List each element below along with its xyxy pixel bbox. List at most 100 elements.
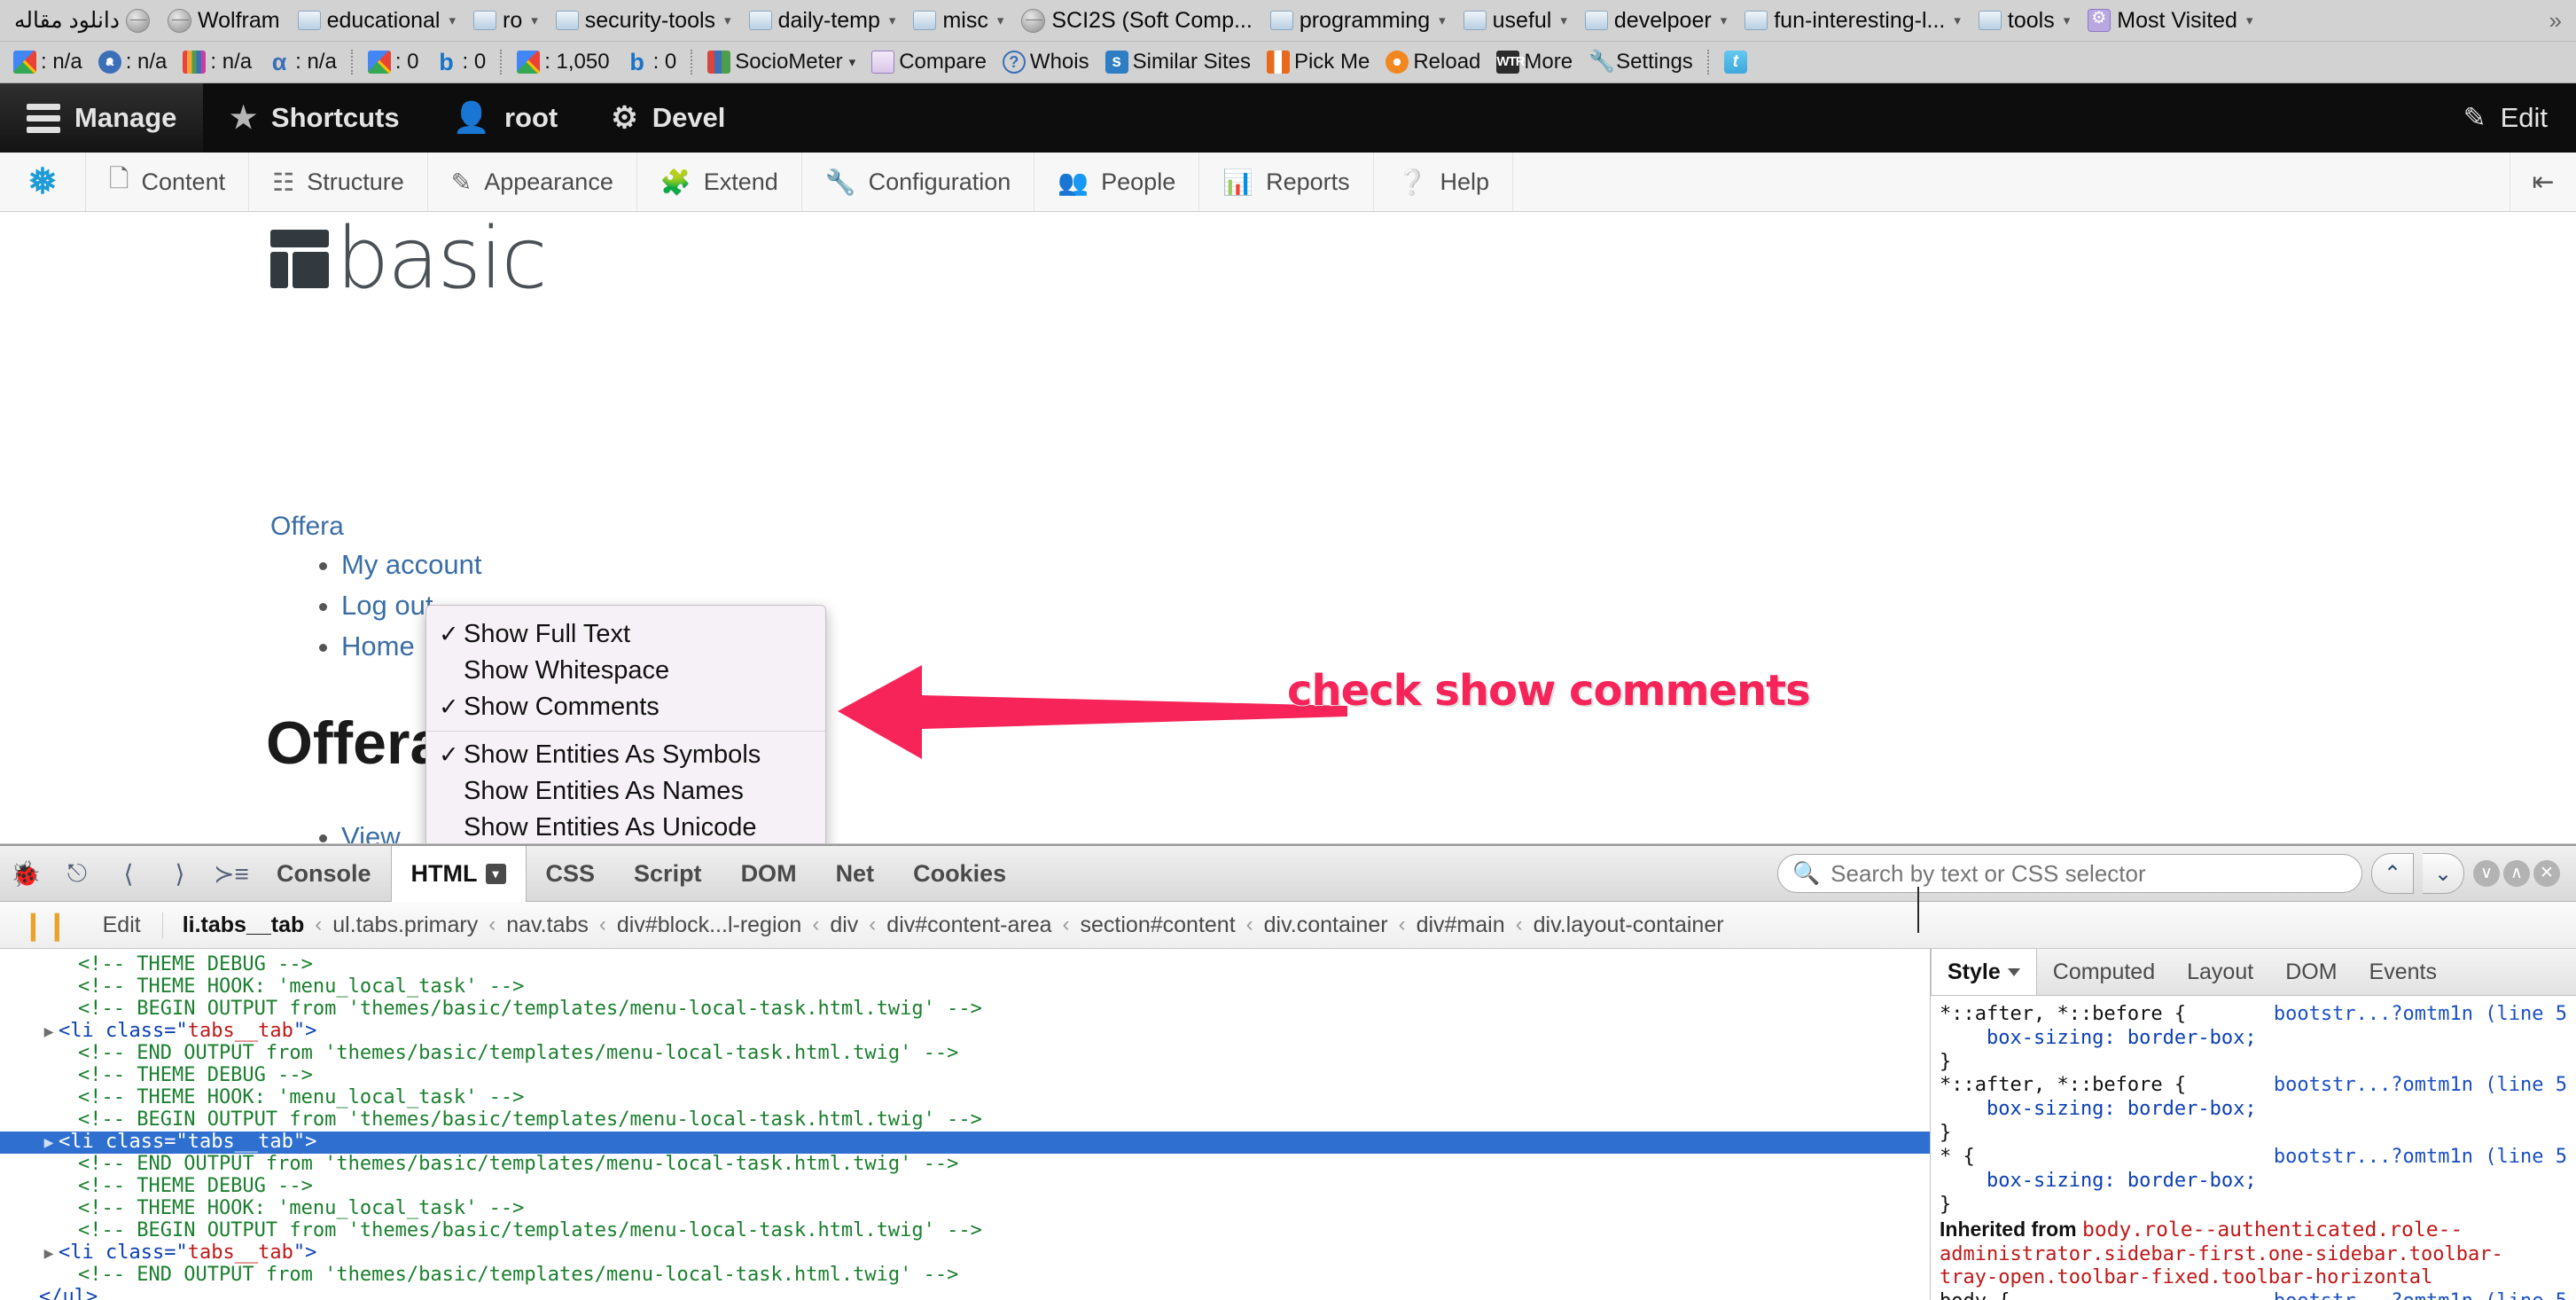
breadcrumb-item-7[interactable]: div.container [1253,912,1399,938]
link-view[interactable]: View [341,821,401,843]
style-tab-dom[interactable]: DOM [2269,949,2353,995]
toolbar-item-edit[interactable]: ✎ Edit [2435,83,2576,153]
seo-item-3-1[interactable]: Compare [863,50,995,74]
seo-item-1-0[interactable]: : 0 [360,50,427,74]
tab-dom[interactable]: DOM [722,846,816,901]
bookmark-item-12[interactable]: tools ▾ [1970,5,2079,36]
nav-item-people[interactable]: 👥 People [1034,153,1200,211]
code-line[interactable]: <!-- BEGIN OUTPUT from 'themes/basic/tem… [0,1219,1930,1242]
css-declaration[interactable]: box-sizing: border-box; [1931,1170,2576,1194]
code-line[interactable]: <!-- END OUTPUT from 'themes/basic/templ… [0,1153,1930,1176]
tab-script[interactable]: Script [614,846,722,901]
css-rules-list[interactable]: *::after, *::before {bootstr...?omtm1n (… [1931,996,2576,1300]
nav-item-structure[interactable]: ☷ Structure [249,153,428,211]
collapse-tray-icon[interactable]: ⇤ [2510,153,2576,211]
css-source-link[interactable]: bootstr...?omtm1n (line 5 [2274,1003,2576,1027]
css-declaration[interactable]: box-sizing: border-box; [1931,1027,2576,1051]
chevron-down-icon[interactable] [2007,967,2020,976]
seo-item-0-0[interactable]: : n/a [5,50,90,74]
link-log-out[interactable]: Log out [341,590,433,621]
toolbar-item-manage[interactable]: Manage [0,83,204,153]
seo-item-3-3[interactable]: s Similar Sites [1097,50,1259,74]
search-prev-button[interactable]: ⌃ [2371,853,2414,894]
menu-item-show-whitespace[interactable]: Show Whitespace [426,653,825,689]
twisty-icon[interactable]: ▶ [39,1022,59,1042]
menu-item-show-entities-as-symbols[interactable]: ✓ Show Entities As Symbols [426,737,825,773]
breadcrumb-edit-button[interactable]: Edit [82,912,163,938]
breadcrumb-item-3[interactable]: div#block...l-region [606,912,812,938]
code-line[interactable]: <!-- THEME HOOK: 'menu_local_task' --> [0,975,1930,998]
code-line[interactable]: <!-- THEME DEBUG --> [0,1064,1930,1087]
seo-item-3-6[interactable]: WTR More [1488,50,1581,74]
code-line[interactable]: <!-- THEME HOOK: 'menu_local_task' --> [0,1086,1930,1109]
forward-arrow-icon[interactable]: ⟩ [154,846,206,901]
style-tab-layout[interactable]: Layout [2171,949,2269,995]
code-line[interactable]: <!-- END OUTPUT from 'themes/basic/templ… [0,1042,1930,1065]
html-source-view[interactable]: <!-- THEME DEBUG --> <!-- THEME HOOK: 'me… [0,949,1931,1300]
css-rule-close[interactable]: } [1931,1051,2576,1075]
bookmark-item-10[interactable]: develpoer ▾ [1576,5,1736,36]
tab-console[interactable]: Console [257,846,391,901]
seo-item-3-2[interactable]: ? Whois [995,50,1097,74]
console-prompt-icon[interactable]: ≻≡ [206,846,257,901]
bookmark-item-4[interactable]: security-tools ▾ [547,5,740,36]
nav-item-extend[interactable]: 🧩 Extend [637,153,802,211]
seo-item-3-4[interactable]: Pick Me [1259,50,1378,74]
toolbar-item-shortcuts[interactable]: ★ Shortcuts [203,83,425,153]
menu-item-show-entities-as-names[interactable]: Show Entities As Names [426,773,825,810]
tab-cookies[interactable]: Cookies [894,846,1026,901]
code-line[interactable]: <!-- THEME DEBUG --> [0,953,1930,976]
code-line[interactable]: <!-- BEGIN OUTPUT from 'themes/basic/tem… [0,1108,1930,1132]
menu-item-show-entities-as-unicode[interactable]: Show Entities As Unicode [426,810,825,843]
minimize-icon[interactable]: ∨ [2473,860,2500,887]
tab-css[interactable]: CSS [527,846,615,901]
style-tab-computed[interactable]: Computed [2037,949,2171,995]
style-tab-events[interactable]: Events [2354,949,2453,995]
css-rule-selector[interactable]: *::after, *::before {bootstr...?omtm1n (… [1931,1074,2576,1098]
bookmark-item-6[interactable]: misc ▾ [904,5,1012,36]
code-line[interactable]: ▶ <li class=" tabs__tab "> [0,1020,1930,1043]
bookmark-item-13[interactable]: Most Visited ▾ [2079,5,2261,36]
back-arrow-icon[interactable]: ⟨ [103,846,154,901]
chevron-down-icon[interactable]: ▾ [485,864,506,884]
code-line[interactable]: ▶ <li class=" tabs__tab "> [0,1131,1930,1154]
breadcrumb-item-2[interactable]: nav.tabs [496,912,599,938]
code-line[interactable]: <!-- THEME DEBUG --> [0,1175,1930,1198]
css-rule-selector[interactable]: * {bootstr...?omtm1n (line 5 [1931,1146,2576,1170]
seo-item-4-0[interactable]: t [1716,51,1755,74]
code-line[interactable]: ▶ <li class=" tabs__tab "> [0,1241,1930,1265]
seo-item-0-3[interactable]: α: n/a [260,50,345,74]
bookmark-item-11[interactable]: fun-interesting-l... ▾ [1736,5,1970,36]
css-rule-close[interactable]: } [1931,1194,2576,1218]
seo-item-1-1[interactable]: b: 0 [427,50,495,74]
maximize-icon[interactable]: ∧ [2503,860,2530,887]
link-home[interactable]: Home [341,630,415,662]
css-declaration[interactable]: box-sizing: border-box; [1931,1098,2576,1122]
bookmark-item-0[interactable]: دانلود مقاله [5,4,159,36]
css-rule-selector[interactable]: *::after, *::before {bootstr...?omtm1n (… [1931,1003,2576,1027]
firebug-bug-icon[interactable]: 🐞 [0,846,51,901]
breadcrumb-item-4[interactable]: div [819,912,869,938]
search-input[interactable] [1829,858,2347,889]
tab-net[interactable]: Net [816,846,894,901]
css-source-link[interactable]: bootstr...?omtm1n (line 5 [2274,1290,2576,1300]
close-icon[interactable]: ✕ [2533,860,2560,887]
nav-item-configuration[interactable]: 🔧 Configuration [802,153,1035,211]
code-line[interactable]: </ul> [0,1286,1930,1300]
breadcrumb-item-1[interactable]: ul.tabs.primary [322,912,488,938]
seo-item-0-2[interactable]: : n/a [175,50,260,74]
seo-item-2-0[interactable]: : 1,050 [509,50,617,74]
bookmark-item-2[interactable]: educational ▾ [289,5,464,36]
breadcrumb-item-5[interactable]: div#content-area [876,912,1062,938]
code-line[interactable]: <!-- END OUTPUT from 'themes/basic/templ… [0,1264,1930,1287]
breadcrumb-item-0[interactable]: li.tabs__tab [163,912,316,938]
twisty-icon[interactable]: ▶ [39,1244,59,1264]
toolbar-item-root[interactable]: 👤 root [426,83,585,153]
css-rule-close[interactable]: } [1931,1122,2576,1146]
tab-html[interactable]: HTML ▾ [390,846,527,902]
code-line[interactable]: <!-- THEME HOOK: 'menu_local_task' --> [0,1197,1930,1220]
site-branding[interactable]: basic [270,217,548,302]
drupal-droplet-icon[interactable]: ❅ [0,153,86,211]
bookmark-item-9[interactable]: useful ▾ [1455,5,1576,36]
breadcrumb-item-9[interactable]: div.layout-container [1523,912,1735,938]
